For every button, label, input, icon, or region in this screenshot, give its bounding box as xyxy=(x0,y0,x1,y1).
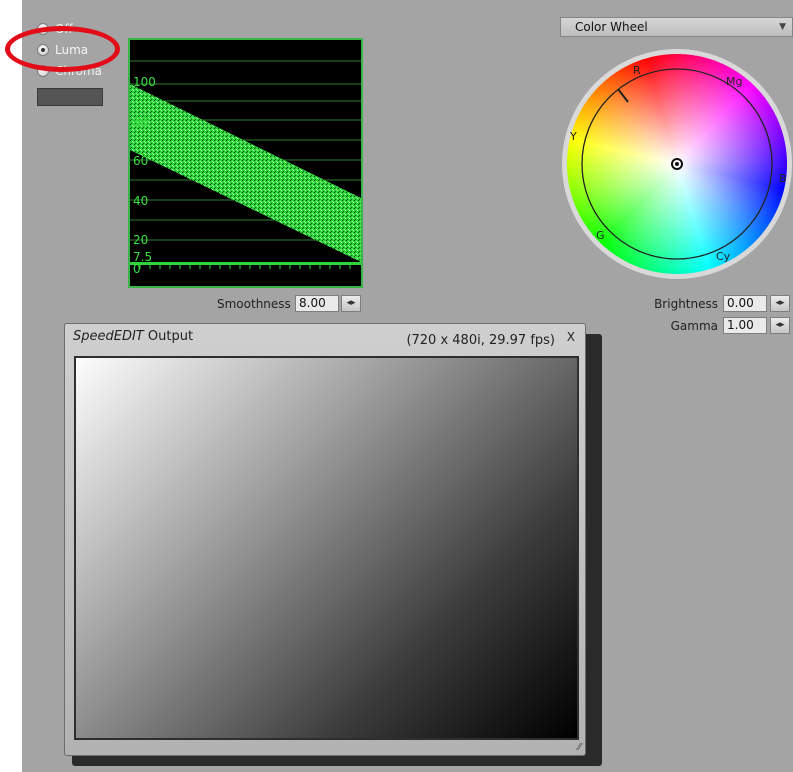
wheel-label-y: Y xyxy=(569,130,577,143)
gamma-field[interactable]: 1.00 xyxy=(723,317,767,334)
vectorscope-dropdown-value: Color Wheel xyxy=(575,20,648,34)
stepper-arrows-icon: ◂▸ xyxy=(775,298,785,308)
luma-trace xyxy=(130,84,361,262)
wheel-label-g: G xyxy=(596,229,605,242)
output-video-preview xyxy=(74,356,579,740)
wave-label-100: 100 xyxy=(133,75,156,89)
wheel-label-cy: Cy xyxy=(716,250,731,263)
smoothness-field[interactable]: 8.00 xyxy=(295,295,339,312)
color-wheel[interactable]: R Mg B Cy G Y xyxy=(560,47,793,281)
left-margin xyxy=(0,0,22,772)
baseline-bar xyxy=(130,262,361,265)
color-wheel-svg[interactable]: R Mg B Cy G Y xyxy=(560,47,793,281)
resize-grip-icon[interactable]: ⁄⁄ xyxy=(578,742,581,753)
output-close-button[interactable]: X xyxy=(567,330,575,344)
gamma-label: Gamma xyxy=(670,319,718,333)
waveform-monitor: 100 80 60 40 20 7.5 0 xyxy=(128,38,363,288)
output-window[interactable]: SpeedEDIT Output (720 x 480i, 29.97 fps)… xyxy=(64,323,586,756)
wave-label-40: 40 xyxy=(133,194,148,208)
wave-label-0: 0 xyxy=(133,262,141,276)
output-title-suffix: Output xyxy=(143,329,194,344)
wave-label-60: 60 xyxy=(133,154,148,168)
wheel-label-b: B xyxy=(779,172,787,185)
stepper-arrows-icon: ◂▸ xyxy=(346,298,356,308)
brightness-stepper[interactable]: ◂▸ xyxy=(770,295,790,312)
wave-label-20: 20 xyxy=(133,233,148,247)
brightness-field[interactable]: 0.00 xyxy=(723,295,767,312)
smoothness-stepper[interactable]: ◂▸ xyxy=(341,295,361,312)
output-window-title: SpeedEDIT Output xyxy=(73,329,193,344)
brightness-label: Brightness xyxy=(654,297,718,311)
vectorscope-dropdown[interactable]: Color Wheel ▼ xyxy=(560,17,793,37)
waveform-svg: 100 80 60 40 20 7.5 0 xyxy=(130,60,361,276)
wave-label-80: 80 xyxy=(133,115,148,129)
output-resolution: (720 x 480i, 29.97 fps) xyxy=(406,333,555,348)
gamma-stepper[interactable]: ◂▸ xyxy=(770,317,790,334)
color-swatch[interactable] xyxy=(37,88,103,106)
smoothness-label: Smoothness xyxy=(217,297,291,311)
chevron-down-icon: ▼ xyxy=(779,22,786,32)
stepper-arrows-icon: ◂▸ xyxy=(775,320,785,330)
output-title-app: SpeedEDIT xyxy=(73,329,144,344)
wheel-label-r: R xyxy=(633,64,641,77)
red-highlight-ellipse xyxy=(5,26,120,72)
wheel-label-mg: Mg xyxy=(726,75,742,88)
baseline-ticks xyxy=(139,265,351,269)
